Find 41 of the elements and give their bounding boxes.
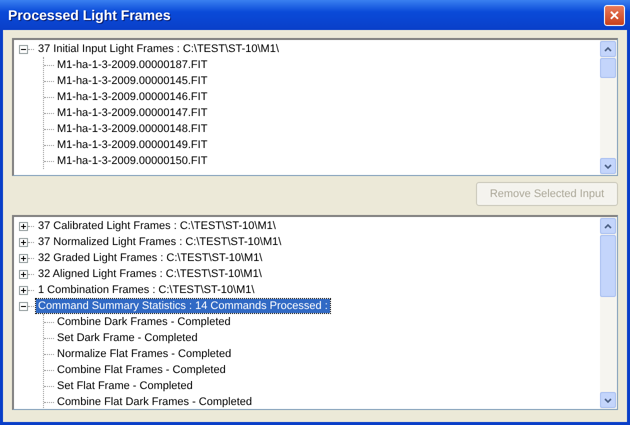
scroll-up-button[interactable] (600, 218, 616, 234)
tree-item[interactable]: 37 Normalized Light Frames : C:\TEST\ST-10\M1\ (36, 235, 284, 249)
chevron-up-icon (604, 224, 612, 228)
expand-icon[interactable] (19, 238, 28, 246)
tree-item[interactable]: 32 Aligned Light Frames : C:\TEST\ST-10\M1\ (36, 267, 264, 281)
scroll-down-button[interactable] (600, 158, 616, 174)
scroll-thumb[interactable] (600, 235, 616, 297)
tree-item[interactable]: M1-ha-1-3-2009.00000146.FIT (55, 90, 210, 104)
tree-item[interactable]: 1 Combination Frames : C:\TEST\ST-10\M1\ (36, 283, 256, 297)
expand-icon[interactable] (19, 254, 28, 262)
tree-item[interactable]: M1-ha-1-3-2009.00000149.FIT (55, 138, 210, 152)
scroll-up-button[interactable] (600, 41, 616, 57)
tree-item[interactable]: Normalize Flat Frames - Completed (55, 347, 234, 361)
tree-item[interactable]: 37 Calibrated Light Frames : C:\TEST\ST-10\M1\ (36, 219, 278, 233)
tree-item[interactable]: M1-ha-1-3-2009.00000148.FIT (55, 122, 210, 136)
tree-item[interactable]: 37 Initial Input Light Frames : C:\TEST\ST-10\M1\ (36, 42, 281, 56)
scroll-thumb[interactable] (600, 58, 616, 78)
tree-item[interactable]: Set Flat Frame - Completed (55, 379, 195, 393)
chevron-down-icon (604, 398, 612, 402)
close-button[interactable]: ✕ (604, 4, 625, 26)
chevron-down-icon (604, 164, 612, 168)
collapse-icon[interactable] (19, 44, 28, 54)
tree-item[interactable]: Combine Dark Frames - Completed (55, 315, 233, 329)
collapse-icon[interactable] (19, 302, 28, 310)
tree-item[interactable]: 32 Graded Light Frames : C:\TEST\ST-10\M1\ (36, 251, 264, 265)
tree-item[interactable]: M1-ha-1-3-2009.00000147.FIT (55, 106, 210, 120)
tree-item[interactable]: Combine Flat Frames - Completed (55, 363, 228, 377)
window-title: Processed Light Frames (8, 7, 171, 23)
tree-item[interactable]: Command Summary Statistics : 14 Commands Processed : (36, 299, 330, 313)
tree-item[interactable]: Combine Flat Dark Frames - Completed (55, 395, 254, 409)
expand-icon[interactable] (19, 222, 28, 230)
tree-item[interactable]: M1-ha-1-3-2009.00000187.FIT (55, 58, 210, 72)
tree-item[interactable]: Set Dark Frame - Completed (55, 331, 200, 345)
tree-item[interactable]: M1-ha-1-3-2009.00000145.FIT (55, 74, 210, 88)
tree-item[interactable]: M1-ha-1-3-2009.00000150.FIT (55, 154, 210, 168)
expand-icon[interactable] (19, 286, 28, 294)
scroll-down-button[interactable] (600, 392, 616, 408)
chevron-up-icon (604, 46, 612, 52)
vertical-scrollbar[interactable] (600, 40, 617, 175)
vertical-scrollbar[interactable] (600, 217, 617, 409)
expand-icon[interactable] (19, 270, 28, 278)
